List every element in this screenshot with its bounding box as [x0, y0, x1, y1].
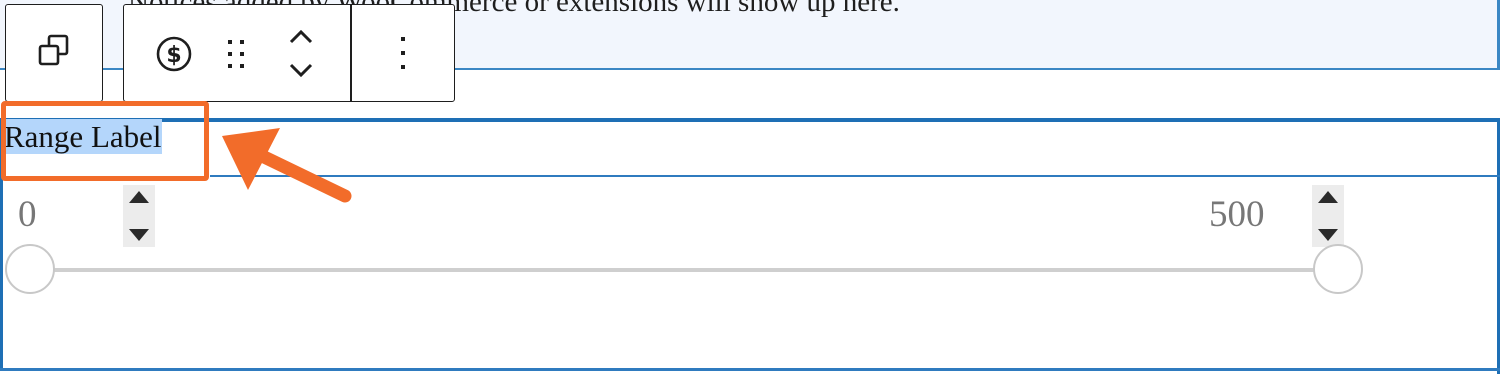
decrement-arrow-icon[interactable]	[129, 229, 149, 241]
transform-block-button[interactable]	[5, 4, 103, 102]
annotation-arrow-icon	[222, 128, 352, 203]
drag-handle-icon[interactable]	[222, 36, 252, 72]
max-price-slider-thumb[interactable]	[1313, 244, 1363, 294]
copy-blocks-icon	[35, 32, 73, 75]
more-options-icon[interactable]	[388, 32, 418, 74]
svg-text:$: $	[166, 43, 181, 68]
decrement-arrow-icon[interactable]	[1318, 229, 1338, 241]
price-range-track[interactable]	[30, 268, 1340, 272]
max-price-stepper[interactable]	[1312, 185, 1344, 247]
increment-arrow-icon[interactable]	[129, 191, 149, 203]
min-price-slider-thumb[interactable]	[5, 244, 55, 294]
toolbar-separator	[350, 4, 352, 102]
price-filter-block-border-bottom	[0, 368, 1500, 371]
min-price-stepper[interactable]	[123, 185, 155, 247]
label-divider	[210, 175, 1500, 177]
max-price-input[interactable]: 500	[1209, 193, 1265, 236]
annotation-highlight-box	[1, 101, 209, 181]
increment-arrow-icon[interactable]	[1318, 191, 1338, 203]
move-up-icon[interactable]	[284, 24, 318, 50]
currency-icon[interactable]: $	[152, 32, 196, 76]
move-down-icon[interactable]	[284, 57, 318, 83]
min-price-input[interactable]: 0	[18, 193, 37, 236]
